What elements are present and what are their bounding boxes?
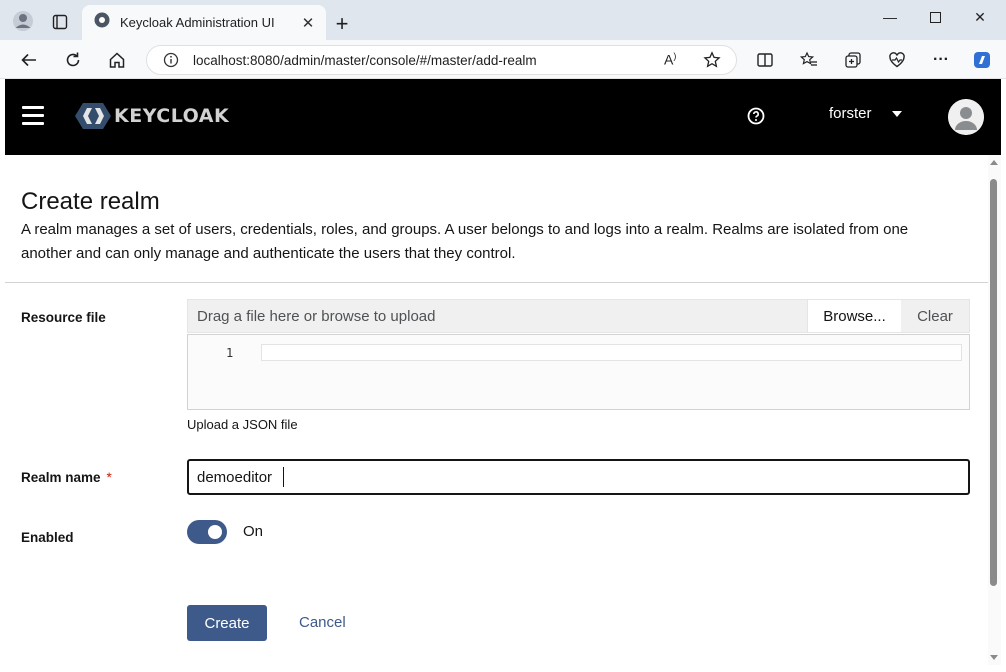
header-divider: [5, 282, 988, 283]
username: forster: [829, 105, 872, 122]
site-info-icon[interactable]: [163, 52, 179, 73]
keycloak-logo[interactable]: KEYCLOAK: [74, 99, 229, 133]
browse-button[interactable]: Browse...: [807, 300, 901, 332]
help-icon[interactable]: [747, 107, 765, 125]
profile-icon[interactable]: [10, 8, 36, 34]
create-realm-page: Create realm A realm manages a set of us…: [5, 155, 988, 665]
browser-tab[interactable]: Keycloak Administration UI ✕: [82, 5, 326, 40]
tab-close-icon[interactable]: ✕: [296, 11, 320, 35]
copilot-icon[interactable]: [968, 46, 996, 74]
enabled-state-label: On: [243, 523, 264, 540]
keycloak-emblem-icon: [75, 103, 111, 129]
user-dropdown[interactable]: forster: [829, 105, 902, 122]
browser-tab-bar: Keycloak Administration UI ✕ + — ✕: [0, 0, 1006, 40]
upload-placeholder: Drag a file here or browse to upload: [197, 307, 436, 325]
reload-icon[interactable]: [59, 46, 87, 74]
realm-name-input[interactable]: [187, 459, 970, 495]
url-text: localhost:8080/admin/master/console/#/ma…: [193, 52, 537, 68]
address-bar[interactable]: localhost:8080/admin/master/console/#/ma…: [146, 45, 737, 75]
tab-actions-icon[interactable]: [50, 12, 70, 32]
favorite-star-icon[interactable]: [703, 51, 721, 74]
masthead: KEYCLOAK forster: [5, 79, 1001, 155]
code-line-input[interactable]: [261, 344, 962, 361]
cancel-button[interactable]: Cancel: [299, 614, 346, 631]
collections-icon[interactable]: [839, 46, 867, 74]
back-icon[interactable]: [15, 46, 43, 74]
realm-name-label-text: Realm name: [21, 470, 101, 485]
keycloak-favicon-icon: [94, 12, 110, 33]
enabled-label: Enabled: [21, 530, 74, 545]
close-window-icon[interactable]: ✕: [958, 0, 1002, 34]
scroll-thumb[interactable]: [990, 179, 997, 586]
caret-down-icon: [891, 110, 902, 117]
page-description: A realm manages a set of users, credenti…: [21, 221, 909, 262]
scroll-up-arrow-icon[interactable]: [990, 160, 998, 165]
favorites-icon[interactable]: [795, 46, 823, 74]
upload-helper-text: Upload a JSON file: [187, 417, 298, 432]
read-aloud-icon[interactable]: A): [664, 51, 676, 68]
logo-text: KEYCLOAK: [114, 105, 230, 127]
split-screen-icon[interactable]: [751, 46, 779, 74]
new-tab-icon[interactable]: +: [330, 11, 354, 36]
browser-essentials-icon[interactable]: [883, 46, 911, 74]
avatar[interactable]: [948, 99, 984, 135]
line-number: 1: [226, 346, 234, 360]
hamburger-menu-icon[interactable]: [22, 106, 44, 126]
tab-title: Keycloak Administration UI: [120, 15, 275, 30]
page-title: Create realm: [21, 188, 160, 215]
clear-button[interactable]: Clear: [901, 300, 969, 332]
browser-nav-bar: localhost:8080/admin/master/console/#/ma…: [0, 40, 1006, 79]
maximize-icon[interactable]: [913, 0, 957, 34]
realm-name-label: Realm name *: [21, 470, 112, 485]
required-marker: *: [106, 470, 112, 485]
json-code-editor[interactable]: 1: [187, 334, 970, 410]
toggle-knob: [208, 525, 222, 539]
more-options-icon[interactable]: ···: [927, 46, 955, 74]
resource-file-label: Resource file: [21, 310, 106, 325]
minimize-icon[interactable]: —: [868, 0, 912, 34]
enabled-toggle[interactable]: [187, 520, 227, 544]
file-upload-bar[interactable]: Drag a file here or browse to upload Bro…: [187, 299, 970, 333]
create-button[interactable]: Create: [187, 605, 267, 641]
text-cursor: [283, 467, 284, 487]
scroll-down-arrow-icon[interactable]: [990, 655, 998, 660]
page-scrollbar[interactable]: [988, 155, 1001, 665]
home-icon[interactable]: [103, 46, 131, 74]
